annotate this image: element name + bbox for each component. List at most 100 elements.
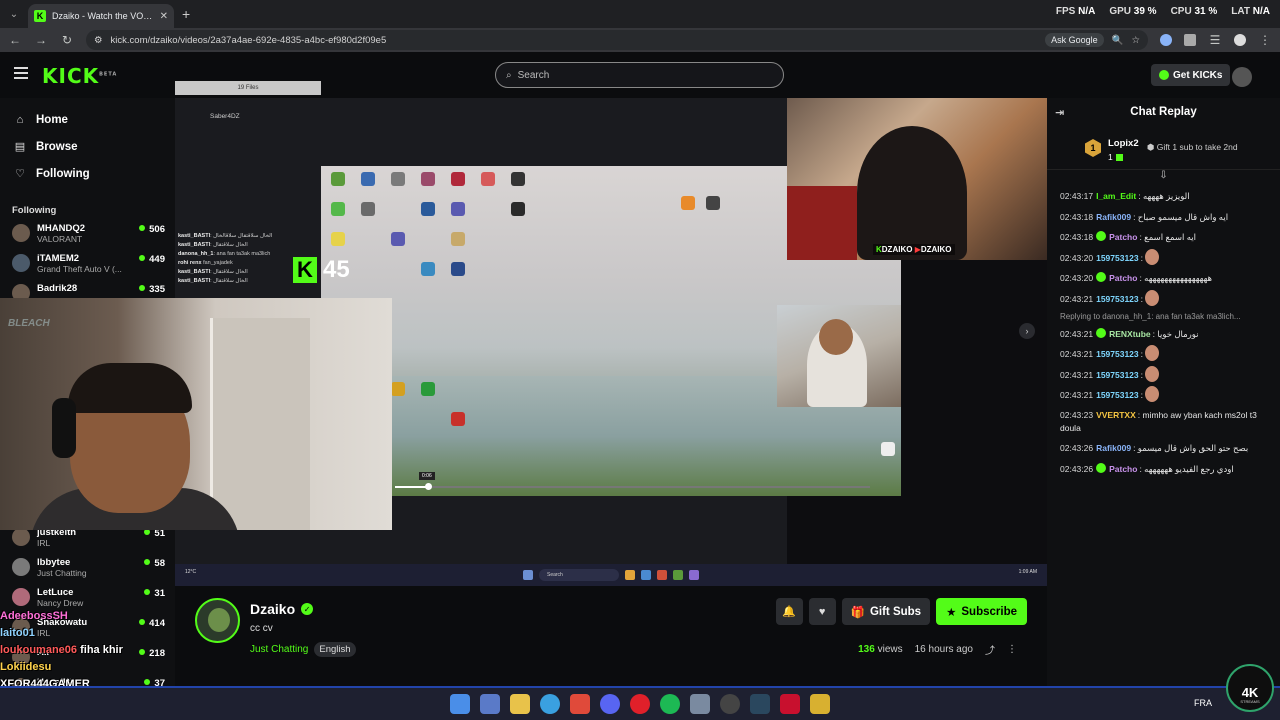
chat-username[interactable]: Rafik009 — [1096, 212, 1131, 222]
overlay-chat-text: fiha khir — [80, 644, 123, 656]
input-language[interactable]: FRA — [1194, 698, 1212, 708]
discord-icon[interactable] — [600, 694, 620, 714]
chat-username[interactable]: I_am_Edit — [1096, 191, 1136, 201]
webcam-face — [819, 319, 853, 355]
verified-badge-icon: ✓ — [301, 603, 314, 615]
riot-icon[interactable] — [780, 694, 800, 714]
hamburger-menu-icon[interactable] — [14, 67, 28, 82]
tab-search-icon[interactable]: ⌄ — [0, 0, 28, 28]
notification-bell-button[interactable]: 🔔 — [775, 598, 803, 625]
discord-username: Saber4DZ — [210, 113, 240, 120]
overlay-chat-user: loukoumane06 — [0, 644, 78, 656]
app-icon[interactable] — [690, 694, 710, 714]
overlay-chat-user: laito01 — [0, 627, 35, 639]
chat-username[interactable]: Rafik009 — [1096, 443, 1131, 453]
bleach-overlay-text: BLEACH — [8, 318, 50, 329]
zoom-icon[interactable]: 🔍 — [1112, 35, 1124, 46]
category-link[interactable]: Just Chatting — [250, 644, 308, 655]
gift-cta[interactable]: ⬢ Gift 1 sub to take 2nd — [1147, 142, 1238, 153]
steam-icon[interactable] — [750, 694, 770, 714]
windows-taskbar: FRA — [0, 686, 1280, 720]
collapse-chat-icon[interactable]: ⇥ — [1055, 106, 1064, 119]
chat-username[interactable]: 159753123 — [1096, 294, 1139, 304]
following-channel[interactable]: iTAMEM2 Grand Theft Auto V (... 449 — [0, 250, 175, 280]
profile-icon[interactable] — [1234, 34, 1246, 46]
sidebar-item-home[interactable]: ⌂ Home — [0, 106, 175, 133]
search-icon: ⌕ — [506, 69, 512, 81]
task-view-icon[interactable] — [480, 694, 500, 714]
chat-messages: 02:43:17 I_am_Edit: الويزيز ههههه 02:43:18… — [1047, 186, 1280, 479]
tab-close-icon[interactable]: ✕ — [160, 11, 168, 22]
language-tag[interactable]: English — [314, 642, 356, 657]
desktop-icon — [481, 172, 495, 186]
kick-favicon-icon: K — [34, 10, 46, 22]
tab-title: Dzaiko - Watch the VOD on... — [52, 11, 154, 21]
address-bar-row: ← → ↻ ⚙ kick.com/dzaiko/videos/2a37a4ae-… — [0, 28, 1280, 52]
more-options-icon[interactable]: ⋮ — [1007, 644, 1017, 655]
chat-username[interactable]: Patcho — [1109, 273, 1137, 283]
extension-icon[interactable] — [1160, 34, 1172, 46]
app-icon[interactable] — [570, 694, 590, 714]
verified-badge-icon — [1096, 327, 1107, 338]
gift-subs-button[interactable]: 🎁 Gift Subs — [841, 598, 931, 625]
chat-username[interactable]: VVERTXX — [1096, 410, 1136, 420]
emote-icon — [1145, 345, 1160, 362]
chat-username[interactable]: 159753123 — [1096, 370, 1139, 380]
share-icon[interactable]: ⤴ — [985, 642, 995, 657]
chat-username[interactable]: RENXtube — [1109, 329, 1151, 339]
desktop-icon — [451, 202, 465, 216]
chat-username[interactable]: 159753123 — [1096, 390, 1139, 400]
kick-logo[interactable]: KICKBETA — [42, 64, 117, 88]
chat-reply-context: Replying to danona_hh_1: ana fan ta3ak m… — [1060, 311, 1241, 321]
subscribe-button[interactable]: ★ Subscribe — [936, 598, 1027, 625]
search-input[interactable]: ⌕ Search — [495, 62, 784, 88]
channel-avatar[interactable] — [195, 598, 240, 643]
following-channel[interactable]: lbbytee Just Chatting 58 — [0, 554, 175, 584]
url-omnibox[interactable]: ⚙ kick.com/dzaiko/videos/2a37a4ae-692e-4… — [86, 30, 1148, 50]
reading-list-icon[interactable]: ☰ — [1208, 33, 1222, 47]
chat-username[interactable]: Patcho — [1109, 232, 1137, 242]
browser-tab-active[interactable]: K Dzaiko - Watch the VOD on... ✕ — [28, 4, 174, 28]
sidebar-item-following[interactable]: ♡ Following — [0, 160, 175, 187]
browser-menu-icon[interactable]: ⋮ — [1258, 33, 1272, 47]
verified-badge-icon — [1096, 462, 1107, 473]
files-window-title: 19 Files — [175, 81, 321, 95]
get-kicks-button[interactable]: Get KICKs — [1151, 64, 1231, 86]
opera-icon[interactable] — [630, 694, 650, 714]
chat-message: 02:43:23 VVERTXX: mimho aw yban kach ms2o… — [1060, 409, 1257, 433]
forward-icon[interactable]: → — [34, 33, 48, 47]
back-icon[interactable]: ← — [8, 33, 22, 47]
chat-username[interactable]: 159753123 — [1096, 253, 1139, 263]
spotify-icon[interactable] — [660, 694, 680, 714]
bookmark-star-icon[interactable]: ☆ — [1131, 35, 1140, 46]
ask-google-button[interactable]: Ask Google — [1045, 33, 1104, 47]
desktop-icon — [391, 172, 405, 186]
chat-username[interactable]: 159753123 — [1096, 349, 1139, 359]
emote-icon — [1145, 365, 1160, 382]
desktop-icon — [421, 262, 435, 276]
inner-seek-bar — [395, 483, 870, 490]
file-explorer-icon[interactable] — [510, 694, 530, 714]
user-avatar[interactable] — [1232, 67, 1252, 87]
chrome-icon[interactable] — [540, 694, 560, 714]
pinned-toggle-icon[interactable]: ⇩ — [1047, 170, 1280, 186]
site-info-icon[interactable]: ⚙ — [94, 35, 103, 46]
desktop-icon — [706, 196, 720, 210]
obs-icon[interactable] — [720, 694, 740, 714]
avatar — [12, 558, 30, 576]
new-tab-icon[interactable]: + — [182, 6, 190, 22]
heart-icon: ♡ — [15, 168, 25, 180]
chat-message: 02:43:21 159753123: — [1060, 365, 1272, 386]
extensions-puzzle-icon[interactable] — [1184, 34, 1196, 46]
gifter-name[interactable]: Lopix2 — [1108, 138, 1139, 149]
rockstar-icon[interactable] — [810, 694, 830, 714]
home-icon: ⌂ — [16, 113, 24, 126]
following-channel[interactable]: MHANDQ2 VALORANT 506 — [0, 220, 175, 250]
sidebar-item-browse[interactable]: ▤ Browse — [0, 133, 175, 160]
chat-username[interactable]: Patcho — [1109, 464, 1137, 474]
reload-icon[interactable]: ↻ — [60, 33, 74, 47]
channel-name[interactable]: Dzaiko ✓ — [250, 601, 314, 617]
follow-heart-button[interactable]: ♥ — [808, 598, 836, 625]
windows-start-icon[interactable] — [450, 694, 470, 714]
desktop-icon — [451, 232, 465, 246]
